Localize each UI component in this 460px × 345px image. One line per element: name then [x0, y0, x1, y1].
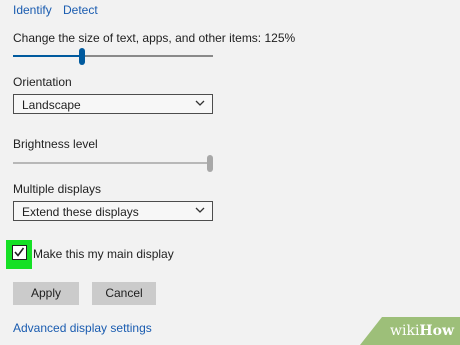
checkbox-highlight	[6, 240, 32, 269]
cancel-button[interactable]: Cancel	[92, 282, 156, 305]
wikihow-watermark: wikiHow	[360, 317, 460, 345]
orientation-value: Landscape	[22, 98, 81, 112]
detect-link[interactable]: Detect	[63, 3, 98, 17]
scale-slider-thumb[interactable]	[78, 48, 85, 65]
main-display-label: Make this my main display	[33, 247, 174, 261]
brightness-slider-track	[13, 162, 213, 164]
orientation-label: Orientation	[13, 75, 72, 89]
chevron-down-icon	[195, 207, 205, 213]
identify-link[interactable]: Identify	[13, 3, 52, 17]
scale-slider[interactable]	[13, 46, 213, 66]
watermark-prefix: wiki	[390, 323, 420, 339]
advanced-display-settings-link[interactable]: Advanced display settings	[13, 321, 152, 335]
apply-button[interactable]: Apply	[13, 282, 79, 305]
brightness-slider-thumb[interactable]	[207, 155, 213, 172]
scale-label: Change the size of text, apps, and other…	[13, 31, 296, 45]
checkmark-icon	[14, 247, 25, 257]
orientation-dropdown[interactable]: Landscape	[13, 94, 213, 114]
brightness-slider[interactable]	[13, 153, 213, 173]
multiple-displays-label: Multiple displays	[13, 182, 102, 196]
watermark-suffix: How	[419, 323, 455, 339]
multiple-displays-dropdown[interactable]: Extend these displays	[13, 201, 213, 221]
scale-slider-fill	[13, 55, 79, 57]
chevron-down-icon	[195, 100, 205, 106]
main-display-checkbox[interactable]	[12, 245, 27, 260]
multiple-displays-value: Extend these displays	[22, 205, 139, 219]
brightness-label: Brightness level	[13, 137, 98, 151]
watermark-text: wikiHow	[390, 323, 454, 339]
